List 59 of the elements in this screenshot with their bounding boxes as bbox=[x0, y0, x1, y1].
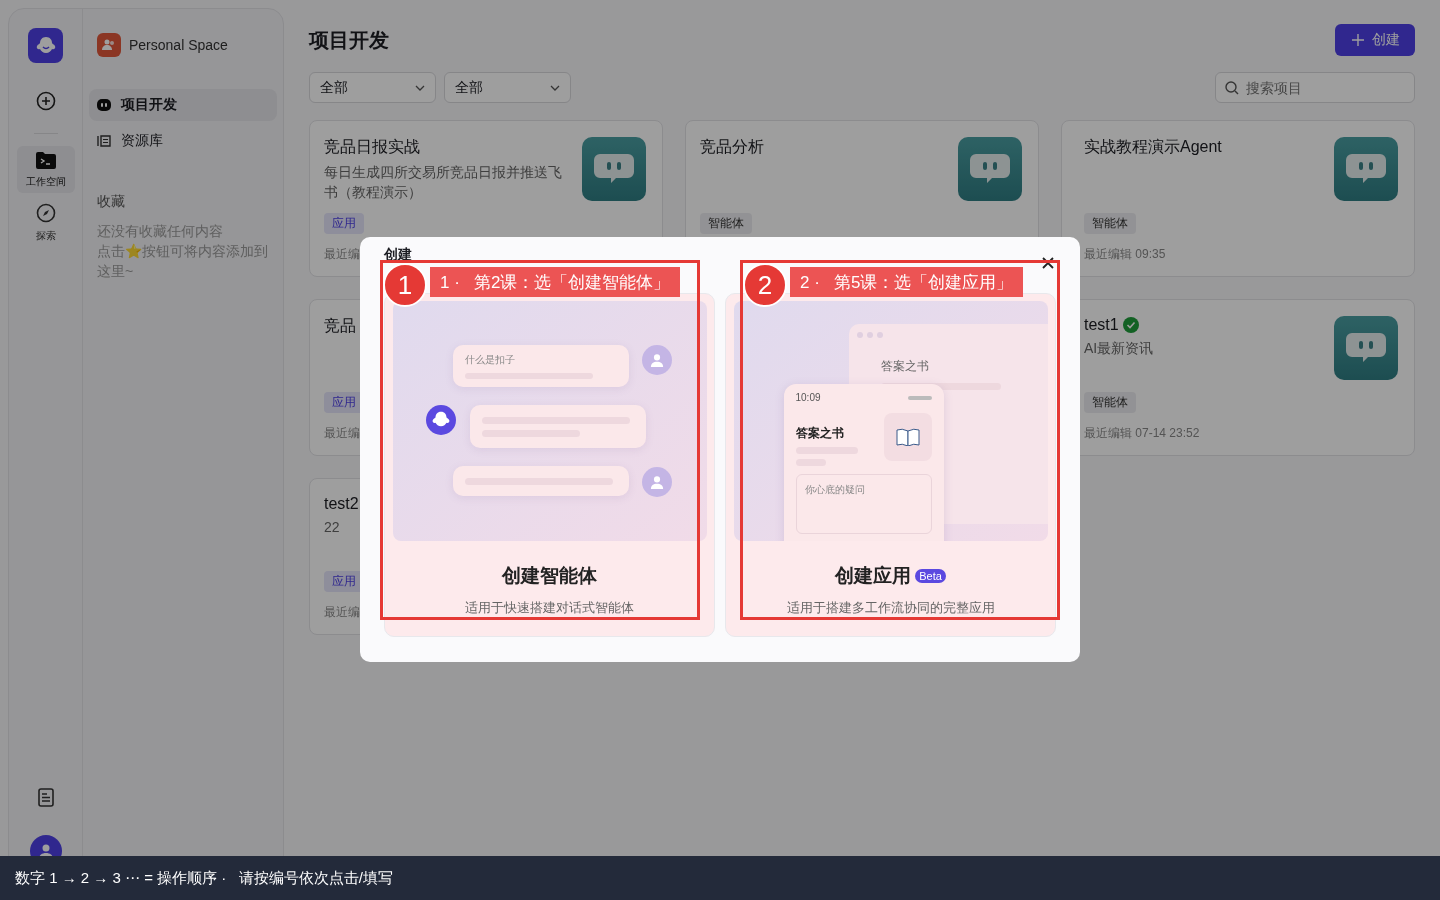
rail-item[interactable]: 工作空间 bbox=[16, 146, 75, 193]
preview-text: 答案之书 bbox=[880, 358, 930, 375]
chevron-down-icon bbox=[415, 84, 425, 91]
project-title: 竞品分析 bbox=[700, 137, 764, 157]
project-type-tag: 智能体 bbox=[1084, 213, 1136, 234]
preview-input-field: 你心底的疑问 bbox=[795, 474, 932, 534]
beta-badge: Beta bbox=[915, 569, 946, 583]
library-icon bbox=[97, 135, 111, 147]
option-title: 创建智能体 bbox=[502, 564, 597, 588]
project-type-tag: 智能体 bbox=[1084, 392, 1136, 413]
last-edited-text: 最近编辑 07-14 23:52 bbox=[1084, 425, 1200, 439]
project-title: test2 bbox=[324, 495, 359, 513]
robot-icon bbox=[97, 99, 111, 111]
add-icon[interactable] bbox=[35, 91, 56, 111]
search-icon bbox=[1225, 81, 1239, 95]
people-icon bbox=[97, 33, 121, 57]
filter-dropdown[interactable]: 全部 bbox=[309, 72, 436, 103]
rail-item[interactable]: 探索 bbox=[16, 197, 75, 247]
annotation-label: 2 · 第5课：选「创建应用」 bbox=[790, 267, 1024, 297]
project-type-tag: 应用 bbox=[324, 213, 364, 234]
chevron-down-icon bbox=[550, 84, 560, 91]
project-description: AI最新资讯 bbox=[1084, 339, 1154, 358]
document-icon[interactable] bbox=[37, 788, 54, 807]
last-edited-text: 最近编 bbox=[324, 246, 360, 260]
logo-icon[interactable] bbox=[28, 28, 63, 63]
compass-icon bbox=[35, 203, 56, 223]
create-option-card[interactable]: 什么是扣子 创建智能体 适用于快速搭建对话式智能体 bbox=[384, 293, 715, 637]
nav-item[interactable]: 资源库 bbox=[89, 125, 277, 157]
book-icon bbox=[883, 413, 932, 461]
close-icon[interactable] bbox=[1042, 257, 1054, 269]
search-field[interactable]: 搜索项目 bbox=[1215, 72, 1415, 103]
create-button[interactable]: 创建 bbox=[1335, 24, 1415, 56]
project-title: 竞品 bbox=[324, 316, 356, 336]
last-edited-text: 最近编辑 09:35 bbox=[1084, 246, 1166, 260]
space-name[interactable]: Personal Space bbox=[129, 37, 228, 53]
project-title: 实战教程演示Agent bbox=[1084, 137, 1222, 157]
project-description: 每日生成四所交易所竞品日报并推送飞书（教程演示） bbox=[324, 163, 563, 202]
plus-icon bbox=[1352, 34, 1364, 46]
option-description: 适用于快速搭建对话式智能体 bbox=[465, 599, 634, 617]
preview-time: 10:09 bbox=[795, 392, 821, 403]
create-option-card[interactable]: 答案之书 10:09 答案之书 你心底的疑问 创建应用 Beta 适用于搭建多工作流协同的完整应用 bbox=[725, 293, 1056, 637]
last-edited-text: 最近编 bbox=[324, 604, 360, 618]
preview-text: 什么是扣子 bbox=[464, 353, 516, 367]
favorites-heading: 收藏 bbox=[97, 193, 126, 211]
option-description: 适用于搭建多工作流协同的完整应用 bbox=[786, 599, 995, 617]
annotation-label: 1 · 第2课：选「创建智能体」 bbox=[430, 267, 681, 297]
project-card[interactable]: 实战教程演示Agent 智能体 最近编辑 09:35 bbox=[1061, 120, 1415, 277]
hint-text: 数字 1 → 2 → 3 ⋯ = 操作顺序 · 请按编号依次点击/填写 bbox=[15, 868, 393, 888]
preview-text: 答案之书 bbox=[795, 425, 845, 442]
project-title: test1 bbox=[1084, 316, 1119, 334]
option-title: 创建应用 bbox=[835, 564, 912, 588]
nav-item[interactable]: 项目开发 bbox=[89, 89, 277, 121]
project-title: 竞品日报实战 bbox=[324, 137, 420, 157]
project-type-tag: 智能体 bbox=[700, 213, 752, 234]
terminal-folder-icon bbox=[35, 152, 56, 169]
filter-dropdown[interactable]: 全部 bbox=[444, 72, 571, 103]
page-title: 项目开发 bbox=[309, 27, 389, 53]
project-description: 22 bbox=[324, 518, 340, 537]
last-edited-text: 最近编 bbox=[324, 425, 360, 439]
